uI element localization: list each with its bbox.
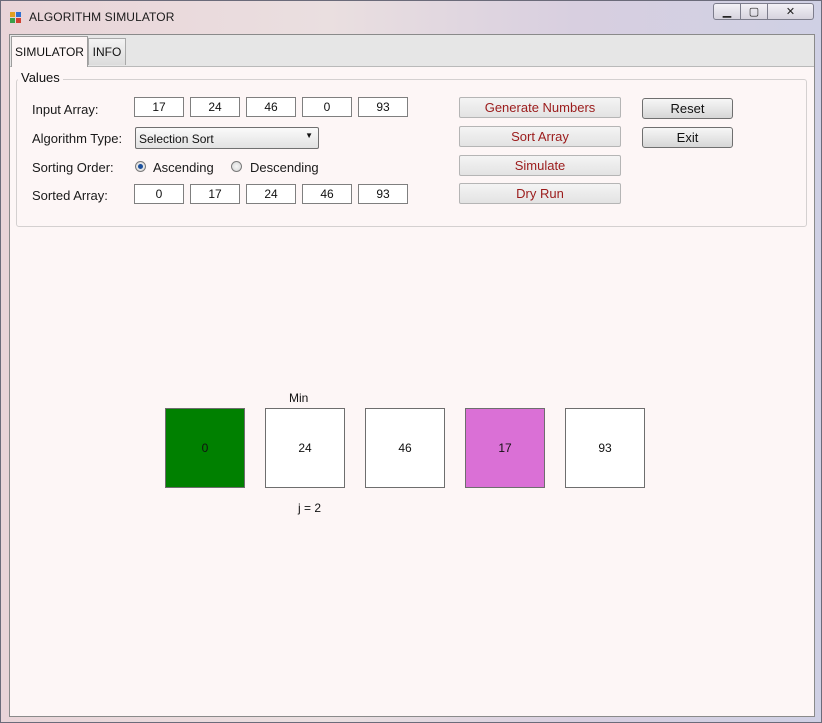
descending-radio[interactable]	[231, 161, 242, 172]
sorted-array-cell: 93	[358, 184, 408, 204]
simulate-button[interactable]: Simulate	[459, 155, 621, 176]
sorted-array-label: Sorted Array:	[32, 188, 108, 203]
input-array-cell[interactable]: 17	[134, 97, 184, 117]
input-array-cell[interactable]: 0	[302, 97, 352, 117]
window-title: ALGORITHM SIMULATOR	[29, 10, 175, 24]
exit-button[interactable]: Exit	[642, 127, 733, 148]
input-array-cell[interactable]: 46	[246, 97, 296, 117]
title-bar[interactable]: ALGORITHM SIMULATOR ▁ ▢ ✕	[1, 1, 821, 33]
maximize-icon: ▢	[748, 6, 760, 18]
algorithm-type-select[interactable]: Selection Sort ▼	[135, 127, 319, 149]
app-icon	[10, 12, 22, 24]
input-array-cell[interactable]: 24	[190, 97, 240, 117]
sorted-array-cell: 46	[302, 184, 352, 204]
ascending-radio[interactable]	[135, 161, 146, 172]
array-element-box: 46	[365, 408, 445, 488]
sorted-array-cell: 0	[134, 184, 184, 204]
input-array-cell[interactable]: 93	[358, 97, 408, 117]
close-icon: ✕	[785, 6, 796, 18]
array-element-box: 17	[465, 408, 545, 488]
min-pointer-label: Min	[289, 391, 309, 405]
minimize-button[interactable]: ▁	[713, 3, 741, 20]
maximize-button[interactable]: ▢	[741, 3, 768, 20]
algorithm-type-label: Algorithm Type:	[32, 131, 123, 146]
array-element-box: 24	[265, 408, 345, 488]
j-index-label: j = 2	[298, 501, 322, 515]
input-array-label: Input Array:	[32, 102, 99, 117]
minimize-icon: ▁	[722, 6, 732, 18]
window-controls: ▁ ▢ ✕	[713, 3, 814, 22]
close-button[interactable]: ✕	[768, 3, 814, 20]
tab-info[interactable]: INFO	[88, 38, 126, 65]
tab-simulator[interactable]: SIMULATOR	[11, 36, 88, 67]
dry-run-button[interactable]: Dry Run	[459, 183, 621, 204]
generate-numbers-button[interactable]: Generate Numbers	[459, 97, 621, 118]
sorted-array-cell: 24	[246, 184, 296, 204]
sorted-array-cell: 17	[190, 184, 240, 204]
chevron-down-icon: ▼	[305, 131, 313, 140]
reset-button[interactable]: Reset	[642, 98, 733, 119]
ascending-label[interactable]: Ascending	[153, 160, 214, 175]
main-window: ALGORITHM SIMULATOR ▁ ▢ ✕ SIMULATOR INFO…	[0, 0, 822, 723]
algorithm-type-value: Selection Sort	[139, 132, 214, 146]
descending-label[interactable]: Descending	[250, 160, 319, 175]
sorting-order-label: Sorting Order:	[32, 160, 114, 175]
array-element-box: 93	[565, 408, 645, 488]
sort-array-button[interactable]: Sort Array	[459, 126, 621, 147]
client-area: SIMULATOR INFO Values Input Array: 17 24…	[9, 34, 815, 717]
tab-strip: SIMULATOR INFO	[10, 35, 814, 67]
values-group-title: Values	[18, 70, 63, 85]
array-element-box: 0	[165, 408, 245, 488]
